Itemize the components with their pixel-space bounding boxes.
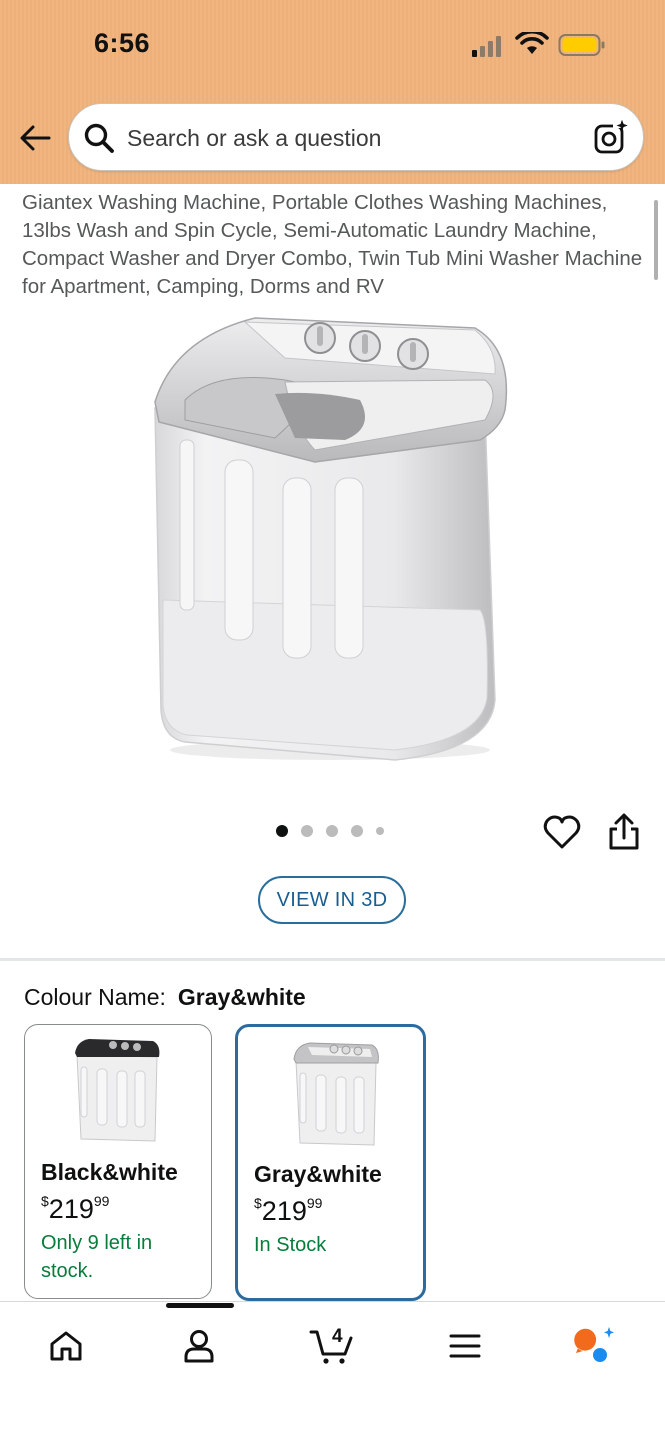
product-thumbnail xyxy=(293,1042,379,1146)
share-icon[interactable] xyxy=(605,812,643,852)
colour-option-price: $21999 xyxy=(254,1195,323,1226)
back-button[interactable] xyxy=(16,118,54,158)
stock-status: In Stock xyxy=(254,1234,327,1256)
stock-status: Only 9 left in stock. xyxy=(41,1232,153,1282)
colour-option-price: $21999 xyxy=(41,1193,110,1224)
search-input[interactable]: Search or ask a question xyxy=(127,125,381,152)
colour-option-name: Gray&white xyxy=(254,1161,382,1187)
colour-label: Colour Name: xyxy=(24,984,166,1010)
scrollbar xyxy=(654,200,658,280)
wifi-icon xyxy=(515,32,549,54)
search-icon xyxy=(84,123,114,153)
battery-icon xyxy=(558,34,605,56)
carousel-dot[interactable] xyxy=(376,827,384,835)
colour-selected-value: Gray&white xyxy=(177,984,306,1010)
colour-option-black-white[interactable]: Black&white $21999 Only 9 left in stock. xyxy=(24,1024,212,1299)
arrow-left-icon xyxy=(20,125,51,151)
rufus-assistant-icon xyxy=(574,1327,614,1362)
section-divider xyxy=(0,958,665,961)
carousel-dot[interactable] xyxy=(276,825,288,837)
colour-option-name: Black&white xyxy=(41,1159,178,1185)
product-image[interactable] xyxy=(145,310,520,770)
colour-option-gray-white[interactable]: Gray&white $21999 In Stock xyxy=(235,1024,426,1301)
carousel-dot[interactable] xyxy=(301,825,313,837)
nav-rufus[interactable] xyxy=(573,1324,617,1368)
carousel-dot[interactable] xyxy=(326,825,338,837)
status-time: 6:56 xyxy=(94,28,151,58)
camera-search-icon[interactable] xyxy=(593,119,629,155)
active-tab-indicator xyxy=(166,1303,234,1308)
account-icon xyxy=(184,1330,214,1363)
header: 6:56 Search or ask a question xyxy=(0,0,665,184)
product-thumbnail xyxy=(75,1039,160,1142)
bottom-navigation xyxy=(0,1301,665,1440)
product-title[interactable]: Giantex Washing Machine, Portable Clothe… xyxy=(22,189,647,301)
cart-count-badge: 4 xyxy=(332,1326,343,1347)
carousel-dot[interactable] xyxy=(351,825,363,837)
image-carousel-dots[interactable] xyxy=(276,825,384,837)
home-icon xyxy=(50,1331,82,1361)
search-bar[interactable]: Search or ask a question xyxy=(68,103,644,171)
colour-name-row: Colour Name: Gray&white xyxy=(24,984,306,1011)
nav-home[interactable] xyxy=(44,1324,88,1368)
view-in-3d-button[interactable]: VIEW IN 3D xyxy=(258,876,406,924)
nav-menu[interactable] xyxy=(443,1324,487,1368)
nav-account[interactable] xyxy=(177,1324,221,1368)
heart-icon[interactable] xyxy=(542,812,582,852)
cellular-signal-icon xyxy=(472,36,501,57)
menu-icon xyxy=(449,1334,481,1358)
